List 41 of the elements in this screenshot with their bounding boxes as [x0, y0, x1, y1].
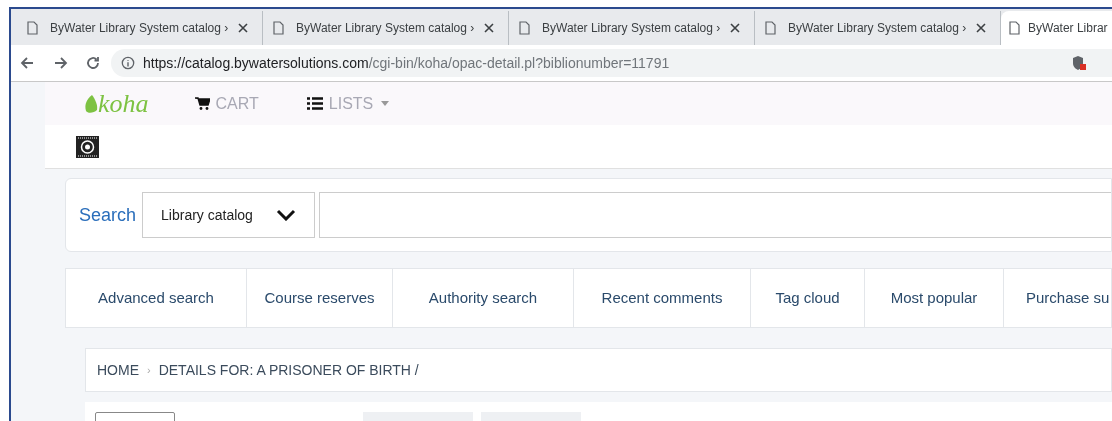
- search-field[interactable]: [319, 192, 1111, 238]
- menu-link[interactable]: Course reserves: [247, 269, 393, 327]
- tab-title: ByWater Library System catalog ›: [50, 20, 230, 37]
- shield-icon[interactable]: [1072, 55, 1086, 71]
- page-icon: [519, 21, 530, 35]
- page-icon: [273, 21, 284, 35]
- tab-title: ByWater Library System catalog ›: [296, 20, 476, 37]
- browser-tab[interactable]: ByWater Librar: [1001, 11, 1112, 45]
- breadcrumb-separator: ›: [147, 362, 151, 378]
- tab-title: ByWater Library System catalog ›: [542, 20, 722, 37]
- tab-title: ByWater Library System catalog ›: [788, 20, 968, 37]
- close-icon[interactable]: [238, 23, 248, 33]
- breadcrumb-current: DETAILS FOR: A PRISONER OF BIRTH /: [158, 360, 419, 380]
- menu-link[interactable]: Tag cloud: [751, 269, 865, 327]
- close-icon[interactable]: [730, 23, 740, 33]
- menu-link[interactable]: Advanced search: [66, 269, 247, 327]
- address-bar[interactable]: https://catalog.bywatersolutions.com/cgi-bin/koha/opac-detail.pl?biblionumber=11791: [111, 49, 1112, 77]
- tab-title: ByWater Librar: [1028, 20, 1109, 37]
- chevron-icon: [276, 209, 297, 221]
- reload-icon[interactable]: [85, 55, 101, 71]
- leaf-icon: [84, 93, 98, 114]
- url-text: https://catalog.bywatersolutions.com/cgi-bin/koha/opac-detail.pl?biblionumber=11791: [143, 53, 670, 73]
- close-icon[interactable]: [976, 23, 986, 33]
- list-icon: [306, 97, 323, 110]
- close-icon[interactable]: [484, 23, 494, 33]
- search-label: Search: [79, 203, 137, 227]
- forward-icon[interactable]: [53, 55, 69, 71]
- page-icon: [27, 21, 38, 35]
- page-icon: [1009, 21, 1020, 35]
- menu-link[interactable]: Most popular: [865, 269, 1004, 327]
- barcode-icon: [76, 135, 99, 158]
- caret-icon: [381, 101, 390, 106]
- menu-link[interactable]: Recent comments: [574, 269, 751, 327]
- page-icon: [765, 21, 776, 35]
- menu-link[interactable]: Authority search: [393, 269, 574, 327]
- info-icon[interactable]: [121, 56, 135, 70]
- back-icon[interactable]: [19, 55, 35, 71]
- cart-icon: [194, 97, 210, 110]
- breadcrumb-link[interactable]: HOME: [97, 359, 139, 381]
- menu-link[interactable]: Purchase su: [1004, 269, 1112, 327]
- scope-dropdown[interactable]: Library catalog: [142, 192, 316, 238]
